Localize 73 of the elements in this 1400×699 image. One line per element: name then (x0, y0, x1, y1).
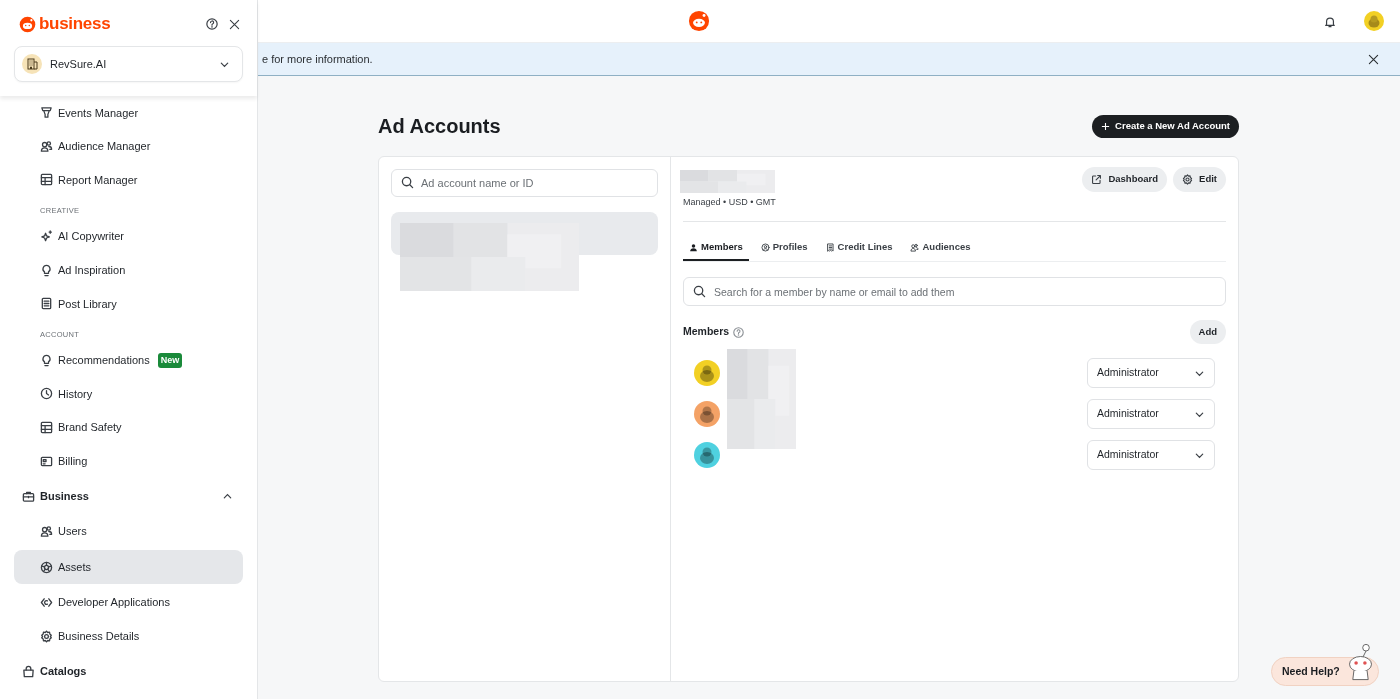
nav-item[interactable]: Ad Inspiration (14, 253, 243, 287)
plus-icon (1101, 121, 1111, 131)
people-icon (40, 525, 53, 539)
tab[interactable]: Audiences (904, 235, 977, 261)
table-icon (40, 421, 53, 435)
close-icon[interactable] (1368, 53, 1379, 65)
people-icon (40, 139, 53, 153)
nav-group[interactable]: Business (14, 477, 243, 515)
code-icon (40, 596, 53, 609)
nav-item[interactable]: Billing (14, 444, 243, 478)
settings-icon (1182, 174, 1194, 185)
lightbulb-icon (40, 263, 53, 277)
tab[interactable]: Profiles (754, 235, 814, 261)
funnel-icon (40, 106, 53, 120)
table-icon (40, 173, 53, 187)
brand-name: business (39, 13, 111, 36)
search-icon (693, 285, 706, 298)
bag-icon (22, 664, 35, 678)
sparkle-icon (40, 230, 53, 244)
help-icon[interactable] (206, 18, 218, 30)
nav-item[interactable]: AI Copywriter (14, 219, 243, 254)
alien-logo-icon (19, 15, 36, 33)
nav-group[interactable]: Catalogs (14, 652, 243, 690)
aperture-icon (40, 560, 53, 574)
help-icon (733, 326, 745, 338)
settings-icon (40, 629, 53, 643)
people-icon (910, 242, 920, 252)
building-icon (22, 54, 42, 74)
tab[interactable]: Credit Lines (819, 235, 899, 261)
nav-item[interactable]: Events Manager (14, 96, 243, 130)
person-icon (689, 242, 698, 252)
account-search-field[interactable]: Ad account name or ID (391, 169, 658, 197)
create-account-button[interactable]: Create a New Ad Account (1092, 114, 1239, 138)
avatar-icon (694, 442, 720, 468)
add-button[interactable]: Add (1189, 320, 1226, 344)
account-meta: Managed • USD • GMT (683, 196, 776, 209)
nav-item[interactable]: Report Manager (14, 163, 243, 197)
bell-icon[interactable] (1324, 16, 1336, 28)
new-badge: New (157, 352, 183, 369)
nav-item[interactable]: Audience Manager (14, 129, 243, 164)
action-button[interactable]: Dashboard (1082, 167, 1168, 192)
nav-item[interactable]: Recommendations New (14, 343, 243, 378)
external-link-icon (1091, 174, 1103, 185)
page-title: Ad Accounts (378, 114, 501, 139)
nav-item[interactable]: Assets (14, 550, 243, 584)
role-dropdown[interactable]: Administrator (1087, 358, 1215, 388)
avatar-icon (694, 360, 720, 386)
close-icon[interactable] (229, 18, 240, 30)
nav-item[interactable]: Brand Safety (14, 410, 243, 445)
action-button[interactable]: Edit (1173, 167, 1226, 192)
briefcase-icon (22, 489, 35, 503)
profile-icon (760, 242, 770, 252)
card-icon (40, 454, 53, 468)
nav-item[interactable]: Developer Applications (14, 585, 243, 620)
nav-item[interactable]: Post Library (14, 286, 243, 321)
lightbulb-icon (40, 353, 53, 367)
avatar-icon (694, 401, 720, 427)
role-dropdown[interactable]: Administrator (1087, 399, 1215, 429)
nav-item[interactable]: Business Details (14, 619, 243, 653)
document-icon (40, 297, 53, 311)
account-selector[interactable]: RevSure.AI (14, 46, 243, 82)
nav-item[interactable]: History (14, 377, 243, 411)
nav-item[interactable]: Users (14, 514, 243, 549)
tab[interactable]: Members (683, 235, 749, 261)
banner-text: e for more information. (262, 51, 374, 67)
avatar-icon[interactable] (1364, 11, 1384, 31)
search-icon (401, 176, 414, 189)
member-search-field[interactable]: Search for a member by name or email to add them (683, 277, 1226, 306)
alien-logo-icon (688, 10, 710, 32)
clock-icon (40, 387, 53, 401)
members-heading: Members (683, 324, 730, 340)
role-dropdown[interactable]: Administrator (1087, 440, 1215, 470)
receipt-icon (825, 242, 835, 252)
